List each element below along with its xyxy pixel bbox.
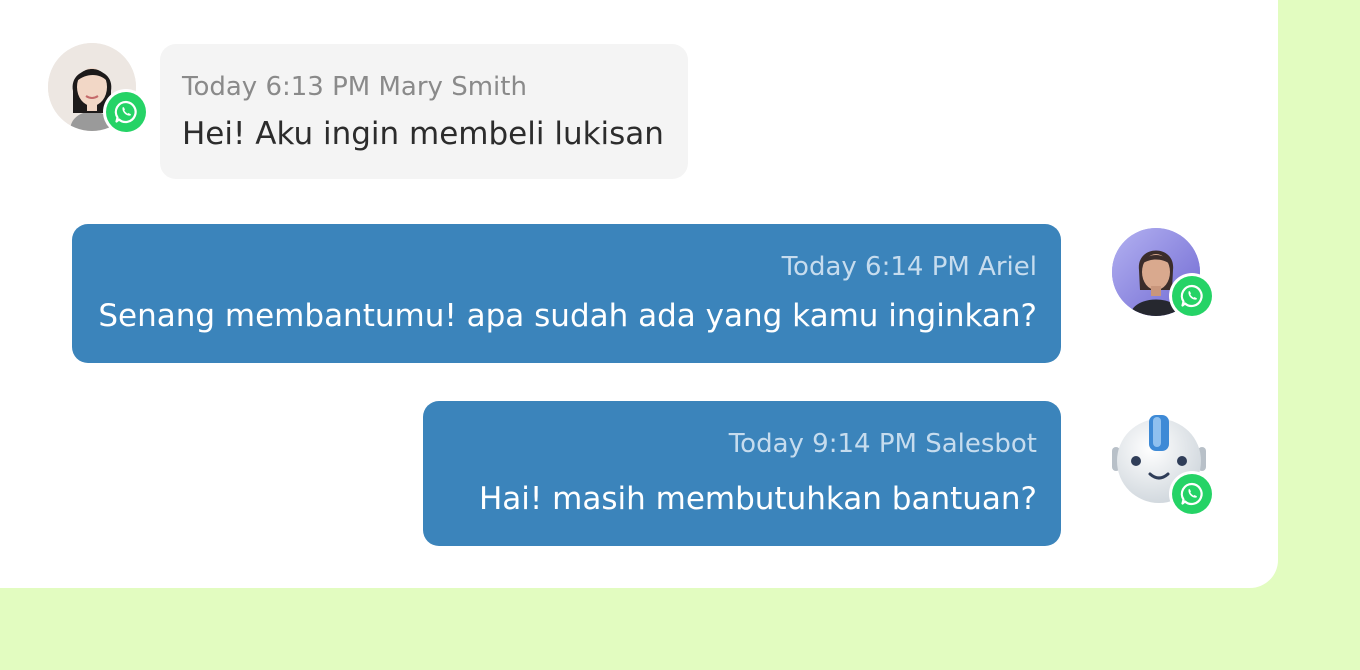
message-meta: Today 9:14 PM Salesbot	[728, 429, 1037, 459]
message-bubble-incoming: Today 6:13 PM Mary Smith Hei! Aku ingin …	[160, 44, 688, 179]
chat-panel: Today 6:13 PM Mary Smith Hei! Aku ingin …	[0, 0, 1278, 588]
whatsapp-badge	[103, 89, 149, 135]
message-meta: Today 6:13 PM Mary Smith	[182, 72, 527, 102]
whatsapp-icon	[1180, 284, 1203, 308]
whatsapp-icon	[1180, 482, 1203, 506]
message-text: Hai! masih membutuhkan bantuan?	[478, 481, 1037, 517]
whatsapp-badge	[1169, 471, 1215, 517]
message-text: Hei! Aku ingin membeli lukisan	[182, 116, 664, 152]
message-bubble-outgoing: Today 6:14 PM Ariel Senang membantumu! a…	[72, 224, 1061, 363]
message-meta: Today 6:14 PM Ariel	[781, 252, 1037, 282]
message-bubble-outgoing: Today 9:14 PM Salesbot Hai! masih membut…	[423, 401, 1061, 546]
message-text: Senang membantumu! apa sudah ada yang ka…	[98, 298, 1037, 334]
whatsapp-icon	[114, 100, 137, 124]
whatsapp-badge	[1169, 273, 1215, 319]
